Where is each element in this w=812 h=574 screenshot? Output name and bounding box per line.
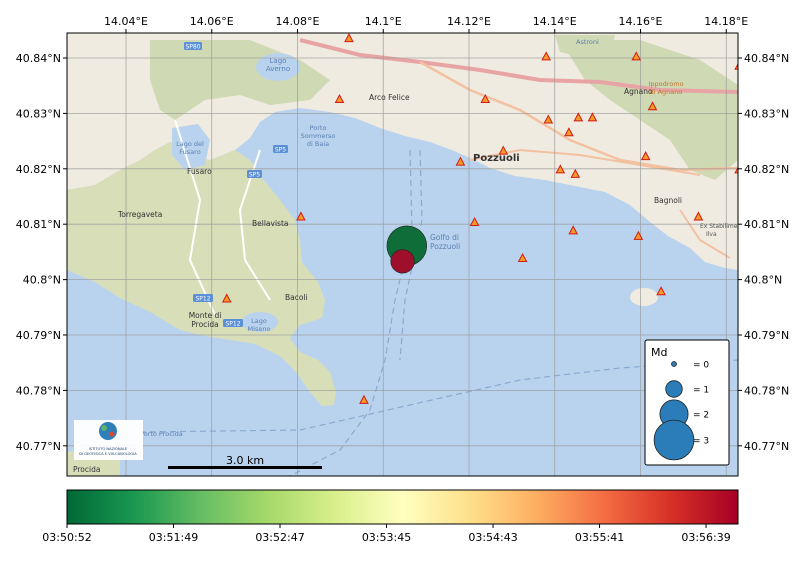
label-pozzuoli: Pozzuoli [473, 153, 520, 164]
lat-tick-label-left: 40.77°N [16, 440, 61, 453]
lat-tick-label-right: 40.79°N [744, 329, 789, 342]
label-bagnoli: Bagnoli [654, 196, 682, 205]
colorbar: 03:50:52 03:51:49 03:52:47 03:53:45 03:54:43… [42, 489, 739, 544]
label-golfo-pozzuoli: Golfo di Pozzuoli [430, 233, 460, 251]
colorbar-tick-label: 03:54:43 [468, 531, 517, 544]
colorbar-ticks: 03:50:52 03:51:49 03:52:47 03:53:45 03:54:43… [42, 524, 731, 544]
ingv-logo: ISTITUTO NAZIONALE DI GEOFISICA E VULCANO… [74, 420, 143, 460]
globe-icon [99, 422, 117, 440]
label-bellavista: Bellavista [252, 219, 289, 228]
lat-tick-label-left: 40.83°N [16, 107, 61, 120]
legend-title: Md [651, 346, 667, 359]
svg-text:SP5: SP5 [249, 172, 260, 179]
colorbar-tick-label: 03:53:45 [362, 531, 411, 544]
lon-tick-label: 14.06°E [190, 15, 234, 28]
shield-sp5-west: SP5 [247, 170, 262, 179]
label-procida: Procida [73, 465, 100, 474]
lat-tick-label-right: 40.78°N [744, 384, 789, 397]
lat-tick-label-right: 40.83°N [744, 107, 789, 120]
label-bacoli: Bacoli [285, 293, 308, 302]
label-porto-procida: Porto Procida [140, 430, 183, 438]
svg-text:SP12: SP12 [195, 296, 210, 303]
lat-tick-label-left: 40.79°N [16, 329, 61, 342]
shield-sp80: SP80 [184, 42, 202, 51]
lat-tick-label-left: 40.81°N [16, 218, 61, 231]
lon-tick-label: 14.1°E [365, 15, 402, 28]
magnitude-legend: Md = 0 = 1 = 2 = 3 [644, 339, 730, 466]
event-marker[interactable] [390, 249, 415, 274]
colorbar-tick-label: 03:52:47 [255, 531, 304, 544]
svg-text:SP5: SP5 [275, 147, 286, 154]
nisida-island [630, 288, 658, 306]
shield-sp12-a: SP12 [193, 294, 213, 303]
lat-tick-label-right: 40.84°N [744, 52, 789, 65]
shield-sp5-north: SP5 [273, 145, 288, 154]
legend-marker [653, 419, 695, 461]
lon-tick-label: 14.14°E [533, 15, 577, 28]
label-astroni: Astroni [576, 38, 599, 46]
lat-tick-label-right: 40.81°N [744, 218, 789, 231]
lat-tick-label-right: 40.77°N [744, 440, 789, 453]
lat-tick-label-right: 40.8°N [744, 274, 782, 287]
legend-label: = 2 [693, 411, 709, 421]
label-arco-felice: Arco Felice [369, 93, 410, 102]
label-fusaro: Fusaro [187, 167, 212, 176]
lon-tick-label: 14.16°E [619, 15, 663, 28]
map-figure: Lago Averno Arco Felice Porto Sommerso di B… [16, 15, 789, 544]
scale-bar-label: 3.0 km [226, 454, 264, 467]
svg-text:SP12: SP12 [225, 321, 240, 328]
colorbar-gradient [66, 489, 739, 525]
lat-tick-label-left: 40.8°N [23, 274, 61, 287]
lon-tick-label: 14.18°E [704, 15, 748, 28]
lon-tick-label: 14.04°E [104, 15, 148, 28]
lat-tick-label-left: 40.82°N [16, 163, 61, 176]
legend-label: = 3 [693, 437, 709, 447]
colorbar-tick-label: 03:56:39 [681, 531, 730, 544]
lon-tick-label: 14.12°E [447, 15, 491, 28]
colorbar-tick-label: 03:50:52 [42, 531, 91, 544]
label-ippodromo: Ippodromo di Agnano [648, 80, 683, 96]
svg-text:SP80: SP80 [185, 44, 200, 51]
legend-marker [665, 380, 683, 398]
label-torregaveta: Torregaveta [117, 210, 162, 219]
label-lago-fusaro: Lago del Fusaro [176, 140, 204, 156]
legend-label: = 1 [693, 386, 709, 396]
legend-marker [671, 361, 677, 367]
label-monte-di-procida: Monte di Procida [189, 311, 222, 329]
lon-tick-label: 14.08°E [276, 15, 320, 28]
colorbar-tick-label: 03:55:41 [575, 531, 624, 544]
lat-tick-label-right: 40.82°N [744, 163, 789, 176]
colorbar-tick-label: 03:51:49 [149, 531, 198, 544]
shield-sp12-b: SP12 [223, 319, 243, 328]
legend-label: = 0 [693, 361, 709, 371]
lat-tick-label-left: 40.84°N [16, 52, 61, 65]
lat-tick-label-left: 40.78°N [16, 384, 61, 397]
